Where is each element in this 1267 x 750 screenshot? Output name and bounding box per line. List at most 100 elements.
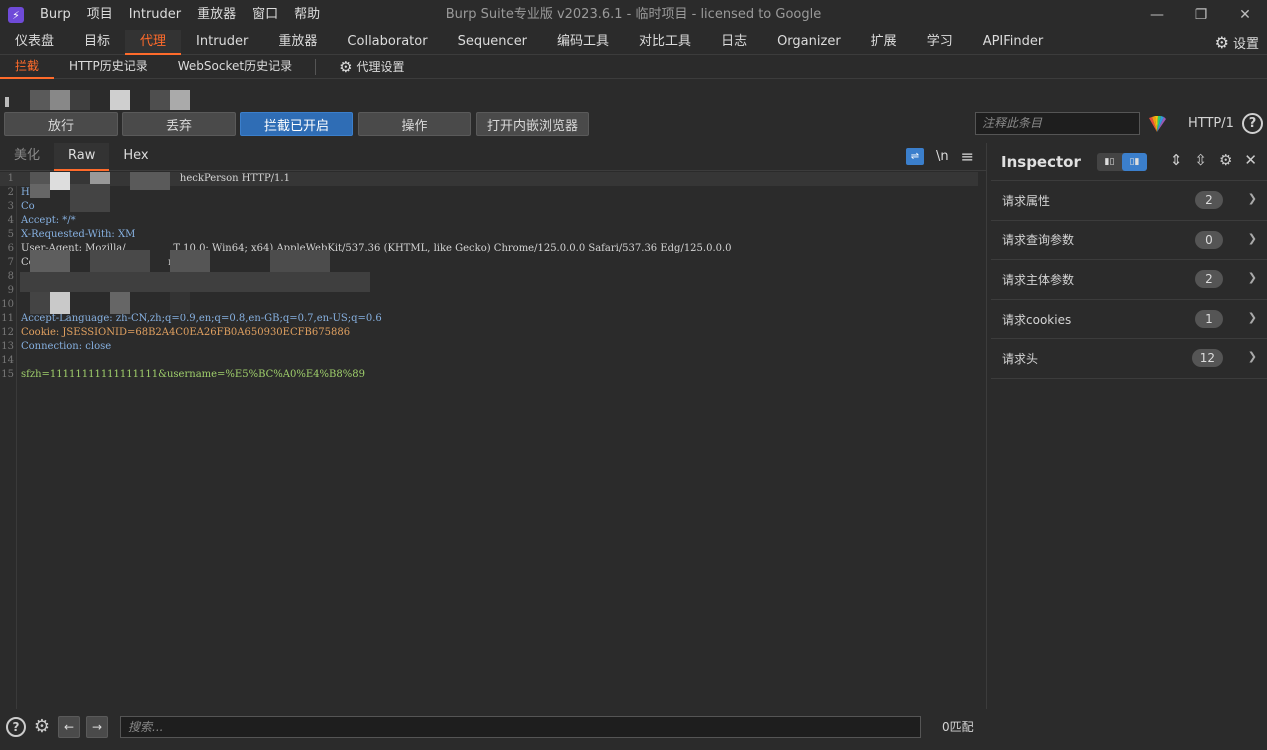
proxy-settings-label: 代理设置 bbox=[356, 59, 405, 74]
section-label: 请求主体参数 bbox=[1002, 272, 1075, 287]
code-line: 14 bbox=[1, 355, 14, 366]
drop-button[interactable]: 丢弃 bbox=[122, 112, 236, 136]
layout-toggle[interactable]: ▮▯ ▯▮ bbox=[1097, 153, 1147, 171]
restore-icon[interactable]: ❐ bbox=[1179, 0, 1223, 30]
settings-button[interactable]: ⚙ 设置 bbox=[1215, 30, 1259, 55]
burp-window: ⚡ Burp 项目 Intruder 重放器 窗口 帮助 Burp Suite专… bbox=[0, 0, 1267, 750]
help-icon[interactable]: ? bbox=[1242, 113, 1263, 134]
expand-icon[interactable]: ⇕ bbox=[1170, 151, 1183, 169]
highlight-color-icon[interactable] bbox=[1147, 114, 1167, 134]
code-line: 4 Accept: */* bbox=[7, 215, 76, 226]
collapse-icon[interactable]: ⇳ bbox=[1194, 151, 1207, 169]
tab-sequencer[interactable]: Sequencer bbox=[443, 30, 542, 55]
code-line: 5 X-Requested-With: XM bbox=[7, 229, 136, 240]
chevron-down-icon[interactable]: ❯ bbox=[1248, 232, 1257, 245]
menu-burp[interactable]: Burp bbox=[32, 0, 79, 30]
open-browser-button[interactable]: 打开内嵌浏览器 bbox=[476, 112, 589, 136]
inspector-section-body-params[interactable]: 请求主体参数 2 ❯ bbox=[991, 260, 1267, 300]
redacted-request-target bbox=[5, 90, 205, 110]
tab-pretty[interactable]: 美化 bbox=[0, 143, 54, 171]
close-icon[interactable]: ✕ bbox=[1223, 0, 1267, 30]
help-icon[interactable]: ? bbox=[6, 717, 26, 737]
tab-collaborator[interactable]: Collaborator bbox=[332, 30, 442, 55]
menu-icon[interactable]: ≡ bbox=[961, 147, 974, 166]
count-badge: 12 bbox=[1191, 349, 1223, 368]
wrap-lines-icon[interactable]: ⇌ bbox=[905, 148, 924, 165]
forward-button[interactable]: 放行 bbox=[4, 112, 118, 136]
count-badge: 0 bbox=[1195, 230, 1223, 249]
code-area[interactable]: 1 heckPerson HTTP/1.1 2 Ho 3 Co 4 Accept: *… bbox=[0, 172, 986, 709]
match-count: 0匹配 bbox=[942, 720, 974, 734]
menu-help[interactable]: 帮助 bbox=[286, 0, 328, 30]
chevron-down-icon[interactable]: ❯ bbox=[1248, 311, 1257, 324]
burp-logo-icon: ⚡ bbox=[8, 7, 24, 23]
previous-match-button[interactable]: ← bbox=[58, 716, 80, 738]
count-badge: 1 bbox=[1195, 309, 1223, 328]
section-label: 请求头 bbox=[1002, 352, 1039, 367]
code-line: 13 Connection: close bbox=[1, 341, 112, 352]
tab-dashboard[interactable]: 仪表盘 bbox=[0, 30, 69, 55]
editor-tab-bar: 美化 Raw Hex ⇌ \n ≡ bbox=[0, 142, 986, 171]
tab-decoder[interactable]: 编码工具 bbox=[542, 30, 624, 55]
tab-organizer[interactable]: Organizer bbox=[762, 30, 856, 55]
inspector-section-query-params[interactable]: 请求查询参数 0 ❯ bbox=[991, 221, 1267, 261]
menu-repeater[interactable]: 重放器 bbox=[189, 0, 244, 30]
gear-icon[interactable]: ⚙ bbox=[1219, 151, 1232, 169]
inspector-section-headers[interactable]: 请求头 12 ❯ bbox=[991, 339, 1267, 379]
tab-target[interactable]: 目标 bbox=[69, 30, 125, 55]
tab-repeater[interactable]: 重放器 bbox=[263, 30, 332, 55]
chevron-down-icon[interactable]: ❯ bbox=[1248, 192, 1257, 205]
tab-raw[interactable]: Raw bbox=[54, 142, 110, 171]
code-line: 15 sfzh=11111111111111111&username=%E5%BC… bbox=[1, 369, 365, 380]
close-icon[interactable]: ✕ bbox=[1244, 151, 1257, 169]
gear-icon[interactable]: ⚙ bbox=[32, 717, 52, 737]
intercept-toolbar: 放行 丢弃 拦截已开启 操作 打开内嵌浏览器 注释此条目 HTTP/1 ? bbox=[0, 112, 1267, 138]
newline-toggle[interactable]: \n bbox=[936, 149, 949, 164]
settings-label: 设置 bbox=[1232, 37, 1259, 52]
inspector-section-cookies[interactable]: 请求cookies 1 ❯ bbox=[991, 300, 1267, 340]
inspector-panel: Inspector ▮▯ ▯▮ ⇕ ⇳ ⚙ ✕ 请求属性 2 ❯ 请求查询参数 … bbox=[991, 143, 1267, 709]
inspector-icons: ⇕ ⇳ ⚙ ✕ bbox=[1170, 151, 1257, 169]
layout-right-icon[interactable]: ▯▮ bbox=[1122, 153, 1147, 171]
tab-proxy[interactable]: 代理 bbox=[125, 29, 182, 55]
proxy-settings-button[interactable]: ⚙ 代理设置 bbox=[324, 55, 419, 79]
inspector-header: Inspector ▮▯ ▯▮ ⇕ ⇳ ⚙ ✕ bbox=[991, 143, 1267, 181]
editor-icons: ⇌ \n ≡ bbox=[905, 147, 974, 166]
chevron-down-icon[interactable]: ❯ bbox=[1248, 350, 1257, 363]
next-match-button[interactable]: → bbox=[86, 716, 108, 738]
inspector-title: Inspector bbox=[1001, 152, 1081, 171]
tab-hex[interactable]: Hex bbox=[109, 143, 162, 171]
redaction-mosaic bbox=[30, 184, 150, 212]
tab-logger[interactable]: 日志 bbox=[706, 30, 762, 55]
divider bbox=[315, 58, 317, 75]
intercept-toggle-button[interactable]: 拦截已开启 bbox=[240, 112, 353, 136]
count-badge: 2 bbox=[1195, 270, 1223, 289]
menu-project[interactable]: 项目 bbox=[79, 0, 121, 30]
proxy-sub-tabs: 拦截 HTTP历史记录 WebSocket历史记录 ⚙ 代理设置 bbox=[0, 55, 1267, 79]
minimize-icon[interactable]: — bbox=[1135, 0, 1179, 30]
action-button[interactable]: 操作 bbox=[358, 112, 471, 136]
subtab-http-history[interactable]: HTTP历史记录 bbox=[54, 55, 163, 79]
tab-learn[interactable]: 学习 bbox=[912, 30, 968, 55]
tab-extensions[interactable]: 扩展 bbox=[856, 30, 912, 55]
gear-icon: ⚙ bbox=[339, 57, 353, 76]
section-label: 请求查询参数 bbox=[1002, 233, 1075, 248]
http-version-label[interactable]: HTTP/1 bbox=[1188, 112, 1234, 136]
window-controls: — ❐ ✕ bbox=[1135, 0, 1267, 30]
menu-intruder[interactable]: Intruder bbox=[121, 0, 189, 30]
comment-input[interactable]: 注释此条目 bbox=[975, 112, 1140, 135]
section-label: 请求cookies bbox=[1002, 312, 1072, 327]
inspector-section-request-attributes[interactable]: 请求属性 2 ❯ bbox=[991, 181, 1267, 221]
menu-window[interactable]: 窗口 bbox=[244, 0, 286, 30]
gear-icon: ⚙ bbox=[1214, 33, 1229, 52]
chevron-down-icon[interactable]: ❯ bbox=[1248, 271, 1257, 284]
main-tab-bar: 仪表盘 目标 代理 Intruder 重放器 Collaborator Sequ… bbox=[0, 29, 1267, 55]
tab-apifinder[interactable]: APIFinder bbox=[968, 30, 1059, 55]
search-input[interactable]: 搜索... bbox=[120, 716, 921, 738]
tab-intruder[interactable]: Intruder bbox=[181, 30, 263, 55]
redaction-mosaic bbox=[20, 250, 380, 340]
layout-left-icon[interactable]: ▮▯ bbox=[1097, 153, 1122, 171]
tab-comparer[interactable]: 对比工具 bbox=[624, 30, 706, 55]
subtab-websocket-history[interactable]: WebSocket历史记录 bbox=[163, 55, 307, 79]
subtab-intercept[interactable]: 拦截 bbox=[0, 55, 55, 79]
